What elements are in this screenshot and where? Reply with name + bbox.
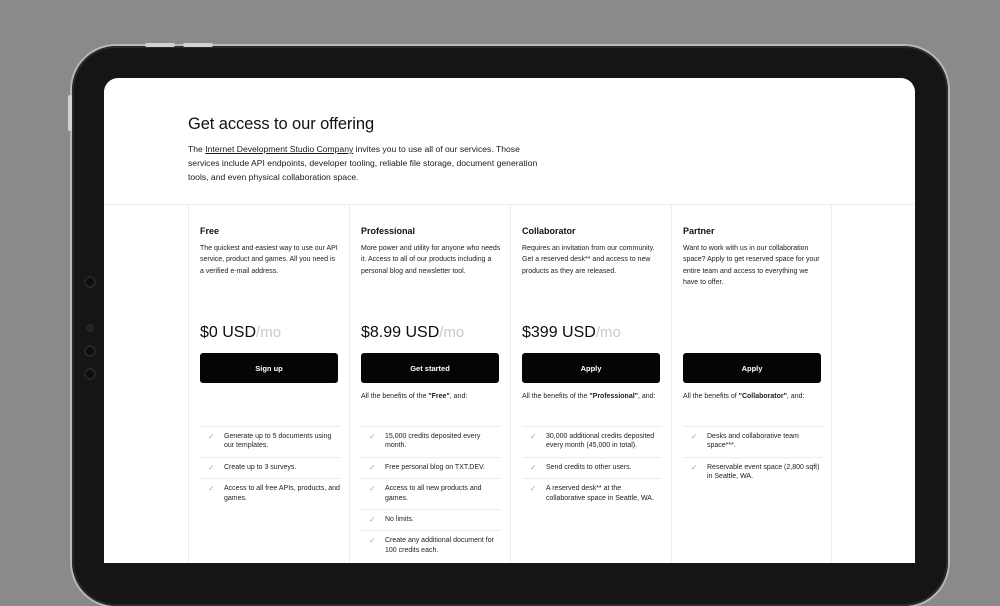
feature-text: Free personal blog on TXT.DEV. <box>385 463 486 471</box>
intro-prefix: The <box>188 144 206 154</box>
apply-button[interactable]: Apply <box>522 353 660 383</box>
price-period: /mo <box>256 324 282 341</box>
price-period: /mo <box>439 324 465 341</box>
plan-description: Requires an invitation from our communit… <box>522 245 655 275</box>
plan-price: $0 USD/mo <box>200 324 281 342</box>
tablet-side-button <box>68 95 72 131</box>
benefits-prefix: All the benefits of the <box>522 393 590 400</box>
plan-description: The quickest and easiest way to use our … <box>200 245 338 275</box>
feature-item: ✓ No limits. <box>361 509 501 530</box>
plan-card-collaborator: Collaborator Requires an invitation from… <box>510 205 671 563</box>
benefits-plan: "Free" <box>428 393 450 400</box>
plan-name: Collaborator <box>522 226 576 236</box>
feature-text: Reservable event space (2,800 sqft) in S… <box>707 463 820 481</box>
price-amount: $8.99 USD <box>361 324 440 341</box>
feature-text: Send credits to other users. <box>546 463 632 471</box>
sign-up-button[interactable]: Sign up <box>200 353 338 383</box>
price-amount: $0 USD <box>200 324 257 341</box>
plan-card-professional: Professional More power and utility for … <box>349 205 510 563</box>
page-title: Get access to our offering <box>188 115 375 133</box>
benefits-prefix: All the benefits of the <box>361 393 429 400</box>
feature-list: ✓ Generate up to 5 documents using our te… <box>200 426 340 509</box>
camera-icon <box>84 276 96 288</box>
feature-item: ✓ Free personal blog on TXT.DEV. <box>361 456 501 478</box>
plan-name: Partner <box>683 226 715 236</box>
feature-text: A reserved desk** at the collaborative s… <box>546 485 654 502</box>
pricing-plans: Free The quickest and easiest way to use… <box>188 205 832 563</box>
feature-text: 15,000 credits deposited every month. <box>385 433 481 450</box>
sensor-icon <box>86 324 94 332</box>
feature-item: ✓ Create up to 3 surveys. <box>200 456 340 478</box>
feature-text: Create up to 3 surveys. <box>224 463 297 471</box>
check-icon: ✓ <box>369 432 376 441</box>
benefits-suffix: , and: <box>786 393 805 400</box>
benefits-suffix: , and: <box>637 393 656 400</box>
feature-text: Create any additional document for 100 c… <box>385 537 494 554</box>
company-link[interactable]: Internet Development Studio Company <box>205 144 353 154</box>
feature-item: ✓ A reserved desk** at the collaborative … <box>522 478 662 509</box>
camera-icon <box>84 345 96 357</box>
check-icon: ✓ <box>369 484 376 494</box>
tablet-top-button <box>145 43 175 47</box>
feature-list: ✓ Desks and collaborative team space***. … <box>683 426 823 488</box>
check-icon: ✓ <box>369 536 376 546</box>
plan-card-free: Free The quickest and easiest way to use… <box>188 205 349 563</box>
feature-text: Access to all free APIs, products, and g… <box>224 485 340 502</box>
check-icon: ✓ <box>369 515 376 525</box>
get-started-button[interactable]: Get started <box>361 353 499 383</box>
feature-item: ✓ Send credits to other users. <box>522 456 662 478</box>
check-icon: ✓ <box>530 462 537 472</box>
feature-item: ✓ Access to all new products and games. <box>361 478 501 509</box>
feature-item: ✓ 30,000 additional credits deposited eve… <box>522 426 662 457</box>
check-icon: ✓ <box>208 432 215 441</box>
check-icon: ✓ <box>369 462 376 472</box>
camera-icon <box>84 368 96 380</box>
price-amount: $399 USD <box>522 324 596 341</box>
feature-text: Desks and collaborative team space***. <box>707 433 799 450</box>
tablet-screen: Get access to our offering The Internet … <box>104 78 915 563</box>
benefits-plan: "Professional" <box>589 393 638 400</box>
feature-item: ✓ Create any additional document for 100 … <box>361 530 501 561</box>
hero-section: Get access to our offering The Internet … <box>188 115 548 185</box>
price-period: /mo <box>595 324 621 341</box>
check-icon: ✓ <box>691 462 698 472</box>
plan-card-partner: Partner Want to work with us in our coll… <box>671 205 832 563</box>
plan-price: $399 USD/mo <box>522 324 621 342</box>
benefits-suffix: , and: <box>449 393 468 400</box>
check-icon: ✓ <box>208 484 215 494</box>
feature-list: ✓ 30,000 additional credits deposited eve… <box>522 426 662 509</box>
feature-text: No limits. <box>385 516 414 524</box>
feature-list: ✓ 15,000 credits deposited every month. ✓… <box>361 426 501 561</box>
benefits-prefix: All the benefits of <box>683 393 739 400</box>
feature-item: ✓ Reservable event space (2,800 sqft) in … <box>683 456 823 488</box>
check-icon: ✓ <box>530 484 537 494</box>
feature-item: ✓ Generate up to 5 documents using our te… <box>200 426 340 457</box>
check-icon: ✓ <box>530 432 537 441</box>
plan-description: Want to work with us in our collaboratio… <box>683 245 820 287</box>
intro-text: The Internet Development Studio Company … <box>188 142 548 185</box>
check-icon: ✓ <box>208 462 215 472</box>
apply-button[interactable]: Apply <box>683 353 821 383</box>
feature-item: ✓ Access to all free APIs, products, and … <box>200 478 340 509</box>
benefits-intro: All the benefits of the "Professional", … <box>522 391 662 402</box>
tablet-top-button <box>183 43 213 47</box>
feature-text: Generate up to 5 documents using our tem… <box>224 433 332 450</box>
feature-text: Access to all new products and games. <box>385 485 482 502</box>
plan-name: Free <box>200 226 220 236</box>
feature-text: 30,000 additional credits deposited ever… <box>546 433 655 450</box>
plan-price: $8.99 USD/mo <box>361 324 464 342</box>
plan-name: Professional <box>361 226 416 236</box>
feature-item: ✓ Desks and collaborative team space***. <box>683 426 823 457</box>
benefits-plan: "Collaborator" <box>738 393 787 400</box>
plan-description: More power and utility for anyone who ne… <box>361 245 501 275</box>
check-icon: ✓ <box>691 432 698 441</box>
benefits-intro: All the benefits of "Collaborator", and: <box>683 391 823 402</box>
benefits-intro: All the benefits of the "Free", and: <box>361 391 501 402</box>
feature-item: ✓ 15,000 credits deposited every month. <box>361 426 501 457</box>
